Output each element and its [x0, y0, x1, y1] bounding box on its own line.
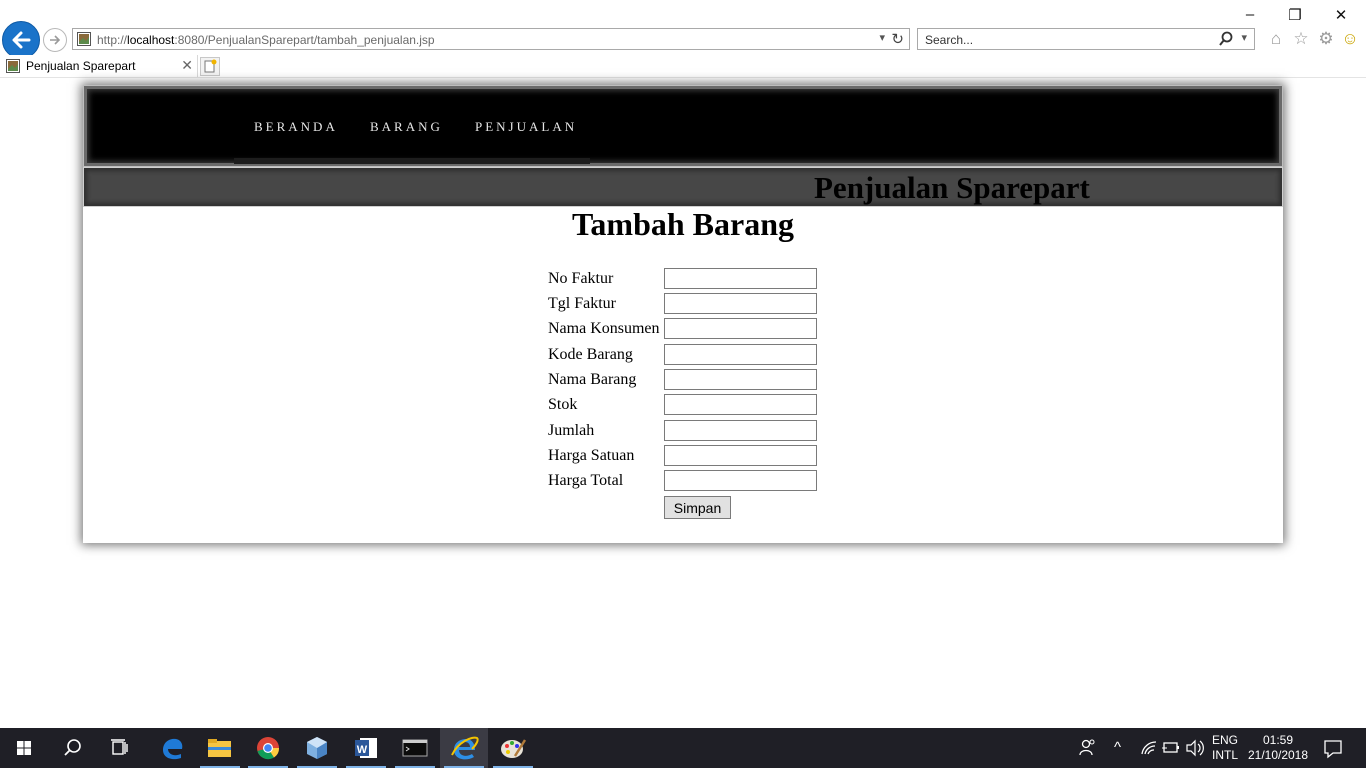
windows-taskbar: W ^ ENG INTL 01:59 21/10/2018 — [0, 728, 1366, 768]
stok-input[interactable] — [664, 394, 817, 415]
address-url: http://localhost:8080/PenjualanSparepart… — [97, 33, 435, 47]
box-app-icon — [307, 737, 327, 759]
kode-barang-input[interactable] — [664, 344, 817, 365]
no-faktur-input[interactable] — [664, 268, 817, 289]
jumlah-input[interactable] — [664, 420, 817, 441]
people-icon[interactable] — [1078, 728, 1098, 768]
taskbar-search-button[interactable] — [48, 728, 96, 768]
menu-item-barang[interactable]: BARANG — [370, 119, 443, 135]
tab-penjualan-sparepart[interactable]: Penjualan Sparepart ✕ — [0, 55, 198, 78]
harga-satuan-input[interactable] — [664, 445, 817, 466]
page-container: BERANDA BARANG PENJUALAN Penjualan Spare… — [83, 85, 1283, 543]
close-window-icon[interactable]: ✕ — [1331, 6, 1351, 24]
clock-date: 21/10/2018 — [1247, 748, 1309, 762]
volume-icon[interactable] — [1185, 728, 1205, 768]
start-icon — [17, 741, 31, 755]
settings-gear-icon[interactable]: ⚙ — [1316, 28, 1336, 50]
back-button[interactable] — [2, 21, 40, 59]
tgl-faktur-input[interactable] — [664, 293, 817, 314]
forward-button[interactable] — [43, 28, 67, 52]
tab-bar: Penjualan Sparepart ✕ — [0, 55, 1366, 78]
address-bar[interactable]: http://localhost:8080/PenjualanSparepart… — [72, 28, 910, 50]
minimize-icon[interactable]: – — [1240, 6, 1260, 23]
smiley-feedback-icon[interactable]: ☺ — [1340, 28, 1360, 50]
search-dropdown-icon[interactable]: ▾ — [1241, 31, 1247, 44]
new-tab-icon — [204, 59, 217, 73]
word-app[interactable]: W — [342, 728, 390, 768]
internet-explorer-app[interactable] — [440, 728, 488, 768]
back-icon — [12, 31, 31, 49]
box-app[interactable] — [293, 728, 341, 768]
battery-icon[interactable] — [1161, 728, 1181, 768]
nama-konsumen-label: Nama Konsumen — [548, 320, 660, 337]
browser-chrome: http://localhost:8080/PenjualanSparepart… — [0, 0, 1366, 78]
address-dropdown-icon[interactable]: ▾ — [879, 31, 885, 44]
chrome-icon — [257, 737, 280, 760]
edge-app[interactable] — [148, 728, 196, 768]
restore-icon[interactable]: ❐ — [1285, 6, 1305, 24]
no-faktur-label: No Faktur — [548, 270, 614, 287]
home-icon[interactable]: ⌂ — [1266, 28, 1286, 50]
file-explorer-icon — [208, 739, 231, 757]
start-button[interactable] — [0, 728, 48, 768]
harga-total-input[interactable] — [664, 470, 817, 491]
tab-favicon-icon — [6, 59, 20, 73]
harga-satuan-label: Harga Satuan — [548, 447, 635, 464]
tgl-faktur-label: Tgl Faktur — [548, 295, 616, 312]
keyboard-layout: INTL — [1212, 748, 1239, 762]
edge-icon — [163, 738, 183, 760]
page-title: Tambah Barang — [572, 206, 794, 242]
favorites-star-icon[interactable]: ☆ — [1291, 28, 1311, 50]
tab-title: Penjualan Sparepart — [26, 59, 136, 73]
internet-explorer-icon — [451, 736, 479, 760]
forward-icon — [50, 35, 61, 45]
input-language[interactable]: ENG INTL — [1212, 733, 1238, 763]
simpan-button[interactable]: Simpan — [664, 496, 731, 519]
page-favicon-icon — [77, 32, 91, 46]
wifi-icon[interactable] — [1140, 728, 1158, 768]
search-icon — [64, 739, 81, 756]
site-header: BERANDA BARANG PENJUALAN — [83, 85, 1283, 167]
clock-time: 01:59 — [1262, 733, 1294, 747]
paint-app[interactable] — [489, 728, 537, 768]
task-view-button[interactable] — [96, 728, 144, 768]
menu-item-penjualan[interactable]: PENJUALAN — [475, 119, 577, 135]
new-tab-button[interactable] — [200, 57, 220, 76]
tab-close-icon[interactable]: ✕ — [181, 57, 193, 74]
word-icon: W — [355, 738, 377, 758]
file-explorer-app[interactable] — [196, 728, 244, 768]
notifications-icon[interactable] — [1322, 728, 1344, 768]
nama-konsumen-input[interactable] — [664, 318, 817, 339]
search-box[interactable]: Search... ▾ — [917, 28, 1255, 50]
cmd-app[interactable] — [391, 728, 439, 768]
menu-item-beranda[interactable]: BERANDA — [254, 119, 338, 135]
kode-barang-label: Kode Barang — [548, 346, 633, 363]
language-code: ENG — [1212, 733, 1239, 747]
cmd-icon — [402, 739, 428, 757]
jumlah-label: Jumlah — [548, 422, 595, 439]
site-title: Penjualan Sparepart — [814, 170, 1090, 205]
svg-text:W: W — [357, 744, 368, 756]
chrome-app[interactable] — [244, 728, 292, 768]
nama-barang-label: Nama Barang — [548, 371, 637, 388]
menu-underline — [234, 158, 590, 164]
task-view-icon — [111, 739, 128, 755]
paint-icon — [501, 739, 527, 758]
show-hidden-icons-chevron-icon[interactable]: ^ — [1114, 728, 1121, 768]
harga-total-label: Harga Total — [548, 472, 624, 489]
chrome-divider — [0, 77, 1366, 78]
search-placeholder: Search... — [925, 33, 974, 47]
refresh-icon[interactable]: ↻ — [891, 30, 904, 48]
clock[interactable]: 01:59 21/10/2018 — [1246, 733, 1310, 763]
site-title-bar: Penjualan Sparepart — [83, 167, 1283, 207]
search-icon[interactable] — [1218, 30, 1234, 48]
stok-label: Stok — [548, 396, 578, 413]
nama-barang-input[interactable] — [664, 369, 817, 390]
